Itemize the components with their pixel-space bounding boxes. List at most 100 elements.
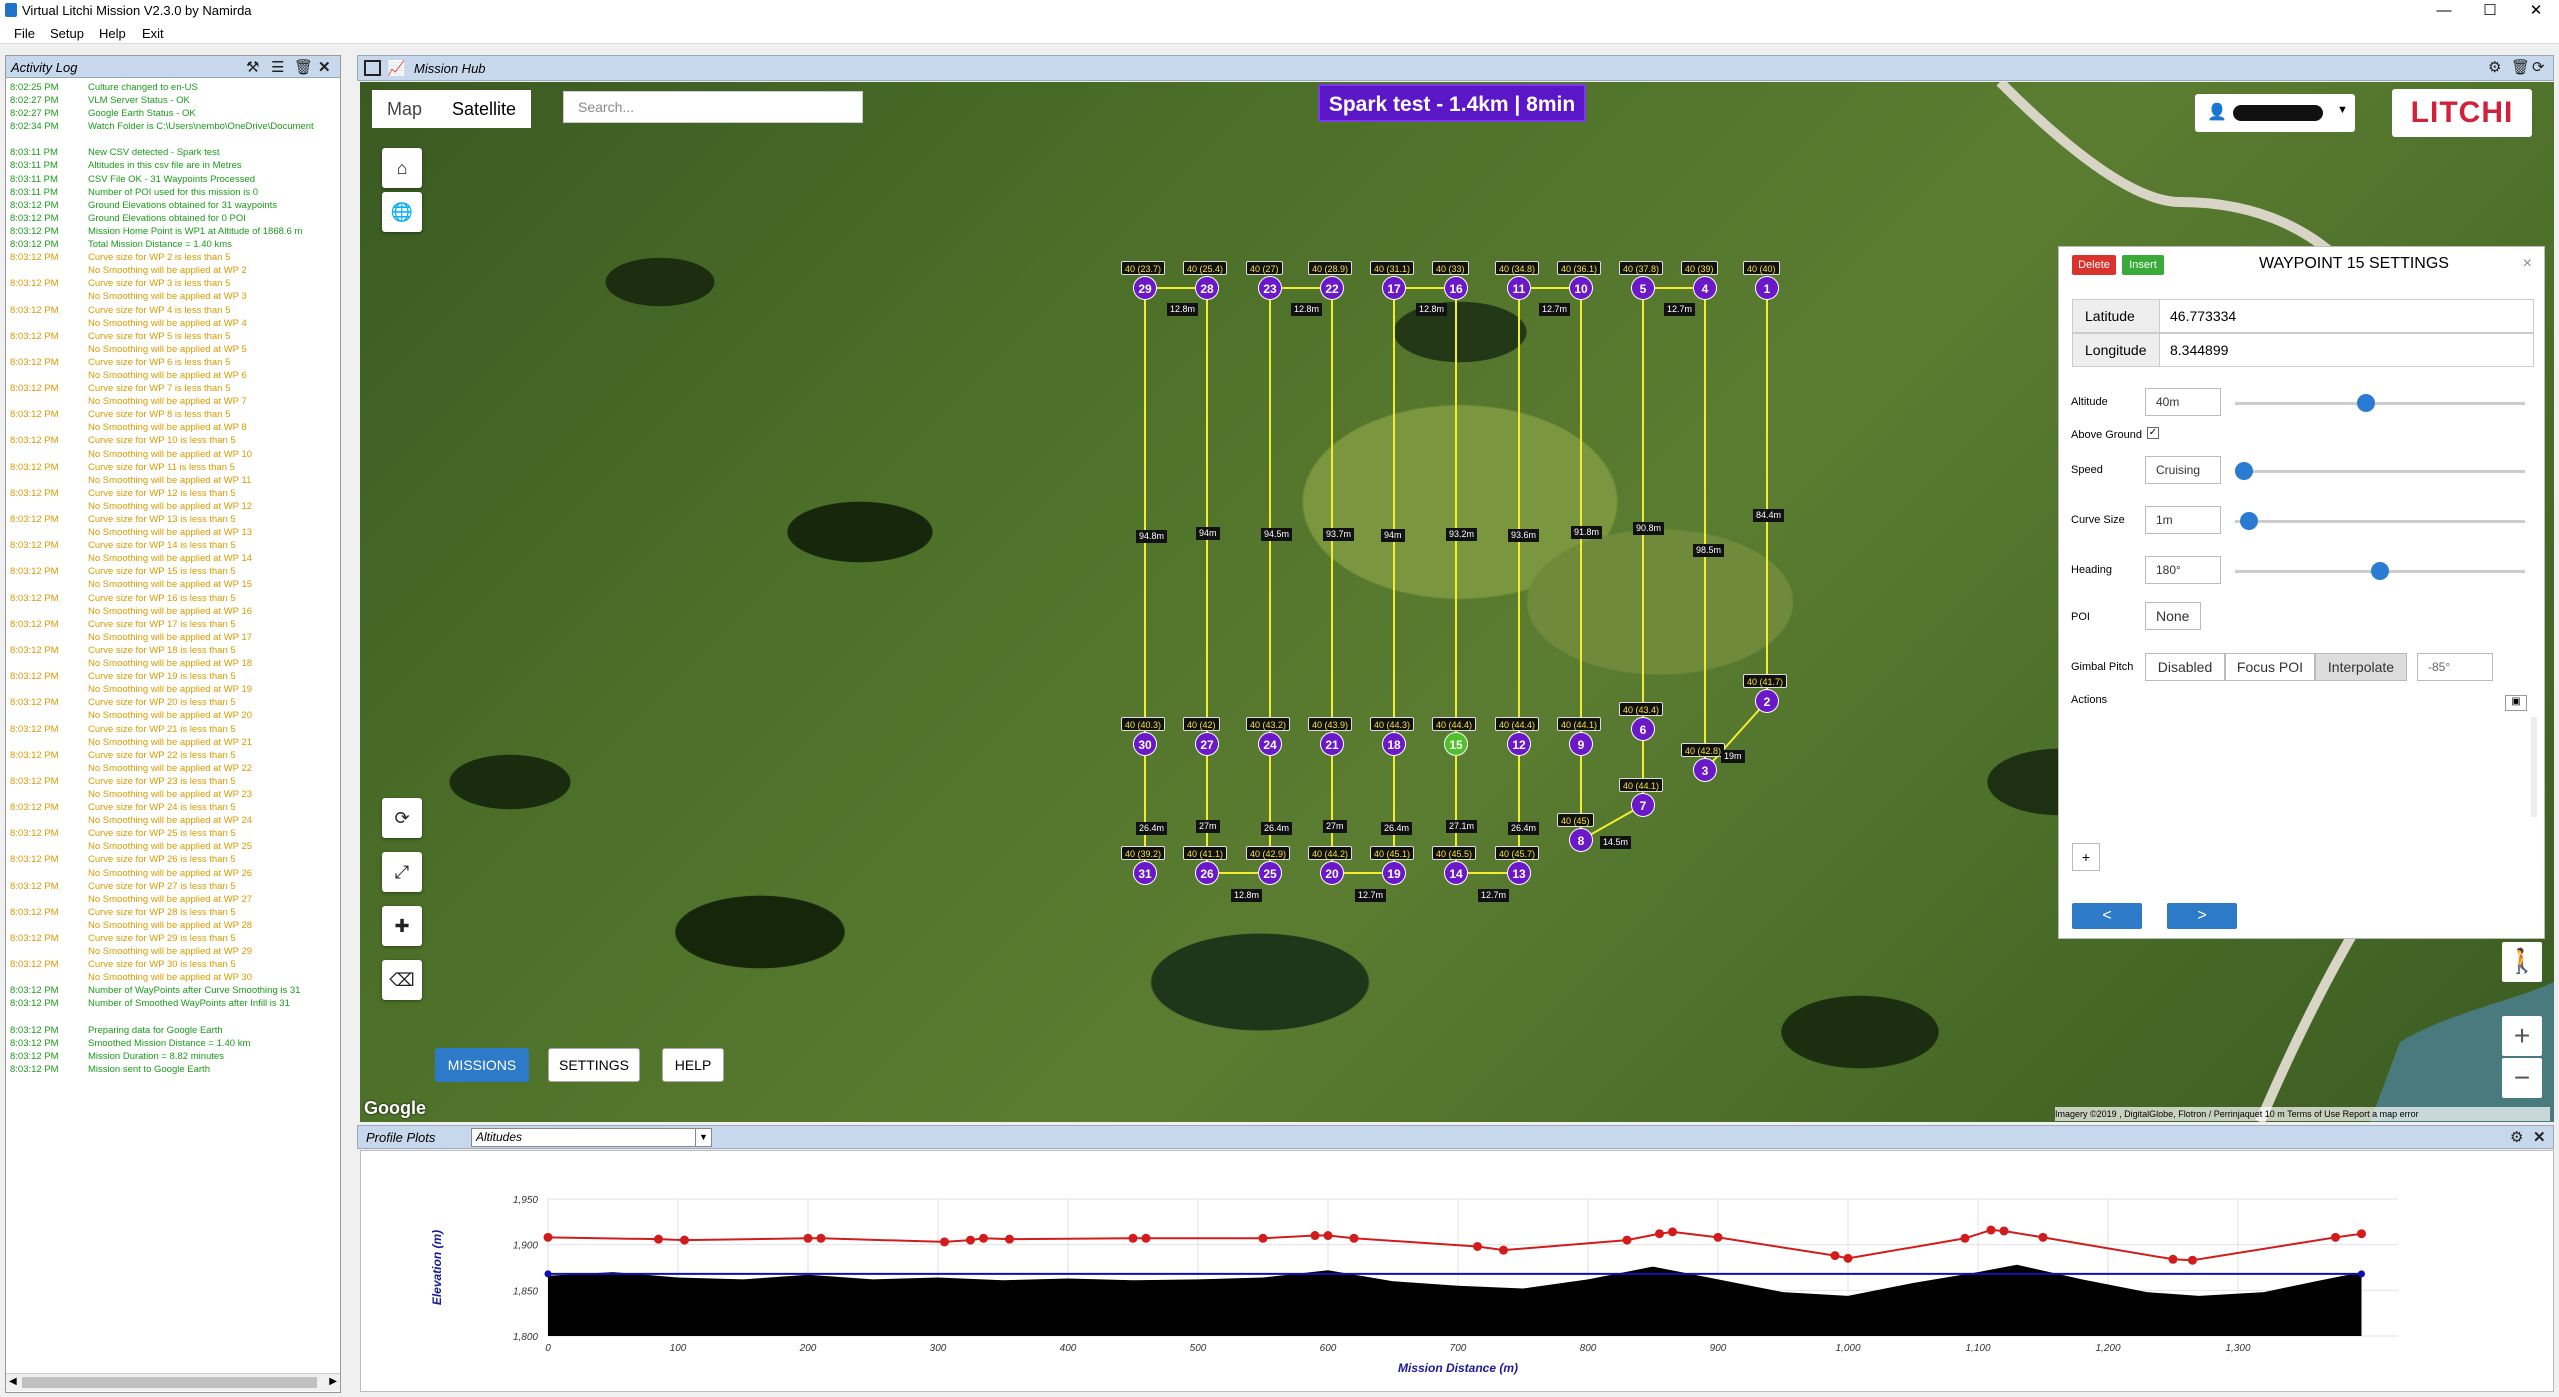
waypoint-marker[interactable]: 9 <box>1569 732 1593 756</box>
gear-icon[interactable]: ⚙ <box>2510 1128 2523 1146</box>
waypoint-marker[interactable]: 11 <box>1507 276 1531 300</box>
waypoint-marker[interactable]: 22 <box>1320 276 1344 300</box>
waypoint-marker[interactable]: 19 <box>1382 861 1406 885</box>
waypoint-marker[interactable]: 28 <box>1195 276 1219 300</box>
gimbal-pitch-input[interactable]: -85° <box>2417 653 2493 681</box>
waypoint-marker[interactable]: 17 <box>1382 276 1406 300</box>
waypoint-marker[interactable]: 10 <box>1569 276 1593 300</box>
add-action-button[interactable]: + <box>2072 843 2100 871</box>
gimbal-disabled-button[interactable]: Disabled <box>2145 653 2225 681</box>
settings-button[interactable]: SETTINGS <box>548 1048 640 1082</box>
segment-distance-label: 27m <box>1196 820 1220 833</box>
heading-slider[interactable] <box>2235 562 2525 580</box>
waypoint-marker[interactable]: 13 <box>1507 861 1531 885</box>
scrollbar-thumb[interactable] <box>22 1377 317 1388</box>
waypoint-marker[interactable]: 21 <box>1320 732 1344 756</box>
altitude-input[interactable]: 40m <box>2145 388 2221 416</box>
close-icon[interactable]: ✕ <box>318 58 331 76</box>
eraser-button[interactable]: ⌫ <box>382 960 422 1000</box>
waypoint-marker[interactable]: 25 <box>1258 861 1282 885</box>
waypoint-marker[interactable]: 20 <box>1320 861 1344 885</box>
previous-waypoint-button[interactable]: < <box>2072 903 2142 929</box>
search-input[interactable]: Search... <box>563 91 863 123</box>
waypoint-marker[interactable]: 24 <box>1258 732 1282 756</box>
menu-help[interactable]: Help <box>99 26 126 41</box>
waypoint-marker[interactable]: 31 <box>1133 861 1157 885</box>
segment-distance-label: 90.8m <box>1633 522 1665 535</box>
minimize-button[interactable]: — <box>2421 0 2467 22</box>
waypoint-marker[interactable]: 5 <box>1631 276 1655 300</box>
heading-input[interactable]: 180° <box>2145 556 2221 584</box>
waypoint-marker[interactable]: 27 <box>1195 732 1219 756</box>
trash-icon[interactable]: 🗑 <box>2511 58 2530 76</box>
gimbal-focus-poi-button[interactable]: Focus POI <box>2225 653 2315 681</box>
delete-button[interactable]: Delete <box>2072 255 2116 275</box>
waypoint-marker[interactable]: 29 <box>1133 276 1157 300</box>
waypoint-marker[interactable]: 7 <box>1631 793 1655 817</box>
close-button[interactable]: ✕ <box>2513 0 2559 22</box>
curve-size-input[interactable]: 1m <box>2145 506 2221 534</box>
home-button[interactable]: ⌂ <box>382 148 422 188</box>
waypoint-marker[interactable]: 14 <box>1444 861 1468 885</box>
layout-icon[interactable] <box>364 60 381 76</box>
longitude-field[interactable]: Longitude 8.344899 <box>2072 333 2534 367</box>
gimbal-interpolate-button[interactable]: Interpolate <box>2315 653 2407 681</box>
globe-button[interactable]: 🌐 <box>382 192 422 232</box>
speed-slider[interactable] <box>2235 462 2525 480</box>
zoom-in-button[interactable]: + <box>2502 1016 2542 1056</box>
rotate-button[interactable]: ⟳ <box>382 798 422 838</box>
missions-button[interactable]: MISSIONS <box>435 1048 529 1082</box>
satellite-view-tab[interactable]: Satellite <box>437 90 531 128</box>
waypoint-altitude-label: 40 (43.4) <box>1619 702 1664 716</box>
help-button[interactable]: HELP <box>662 1048 724 1082</box>
waypoint-marker[interactable]: 26 <box>1195 861 1219 885</box>
menu-exit[interactable]: Exit <box>142 26 164 41</box>
heading-slider-knob[interactable] <box>2371 562 2389 580</box>
speed-slider-knob[interactable] <box>2235 462 2253 480</box>
maximize-button[interactable]: ☐ <box>2467 0 2513 22</box>
waypoint-marker[interactable]: 1 <box>1755 276 1779 300</box>
log-horizontal-scrollbar[interactable]: ◀ ▶ <box>6 1373 340 1391</box>
zoom-out-button[interactable]: − <box>2502 1058 2542 1098</box>
map-view-tab[interactable]: Map <box>372 90 437 128</box>
waypoint-marker[interactable]: 2 <box>1755 689 1779 713</box>
poi-select[interactable]: None <box>2145 602 2201 630</box>
waypoint-marker[interactable]: 30 <box>1133 732 1157 756</box>
next-waypoint-button[interactable]: > <box>2167 903 2237 929</box>
image-icon[interactable]: ▣ <box>2505 695 2527 711</box>
user-menu[interactable]: 👤 ▼ <box>2195 94 2355 132</box>
waypoint-marker[interactable]: 16 <box>1444 276 1468 300</box>
waypoint-marker[interactable]: 15 <box>1444 732 1468 756</box>
waypoint-marker[interactable]: 3 <box>1693 758 1717 782</box>
pegman-icon[interactable]: 🚶 <box>2502 942 2542 982</box>
close-icon[interactable]: × <box>2523 255 2532 273</box>
waypoint-marker[interactable]: 18 <box>1382 732 1406 756</box>
close-icon[interactable]: ✕ <box>2533 1128 2546 1146</box>
crosshair-button[interactable]: ✚ <box>382 906 422 946</box>
waypoint-marker[interactable]: 8 <box>1569 828 1593 852</box>
insert-button[interactable]: Insert <box>2122 255 2164 275</box>
tools-icon[interactable]: ⚒ <box>246 58 259 76</box>
log-message: No Smoothing will be applied at WP 17 <box>88 631 253 643</box>
trash-icon[interactable]: 🗑 <box>294 58 313 76</box>
actions-scrollbar[interactable] <box>2531 717 2537 817</box>
altitude-slider-knob[interactable] <box>2357 394 2376 412</box>
waypoint-marker[interactable]: 12 <box>1507 732 1531 756</box>
altitude-slider[interactable] <box>2235 394 2525 412</box>
latitude-field[interactable]: Latitude 46.773334 <box>2072 299 2534 333</box>
curve-size-slider-knob[interactable] <box>2240 512 2259 530</box>
list-icon[interactable]: ☰ <box>271 58 284 76</box>
refresh-icon[interactable]: ⟳ <box>2532 58 2545 76</box>
above-ground-checkbox[interactable]: ✓ <box>2147 427 2159 439</box>
waypoint-marker[interactable]: 6 <box>1631 717 1655 741</box>
expand-button[interactable]: ⤢ <box>382 852 422 892</box>
waypoint-marker[interactable]: 23 <box>1258 276 1282 300</box>
gear-icon[interactable]: ⚙ <box>2488 58 2501 76</box>
chart-icon[interactable]: 📈 <box>387 59 406 77</box>
menu-setup[interactable]: Setup <box>50 26 84 41</box>
curve-size-slider[interactable] <box>2235 512 2525 530</box>
waypoint-marker[interactable]: 4 <box>1693 276 1717 300</box>
profile-plot-select[interactable]: Altitudes ▼ <box>471 1128 712 1147</box>
menu-file[interactable]: File <box>14 26 35 41</box>
speed-input[interactable]: Cruising <box>2145 456 2221 484</box>
